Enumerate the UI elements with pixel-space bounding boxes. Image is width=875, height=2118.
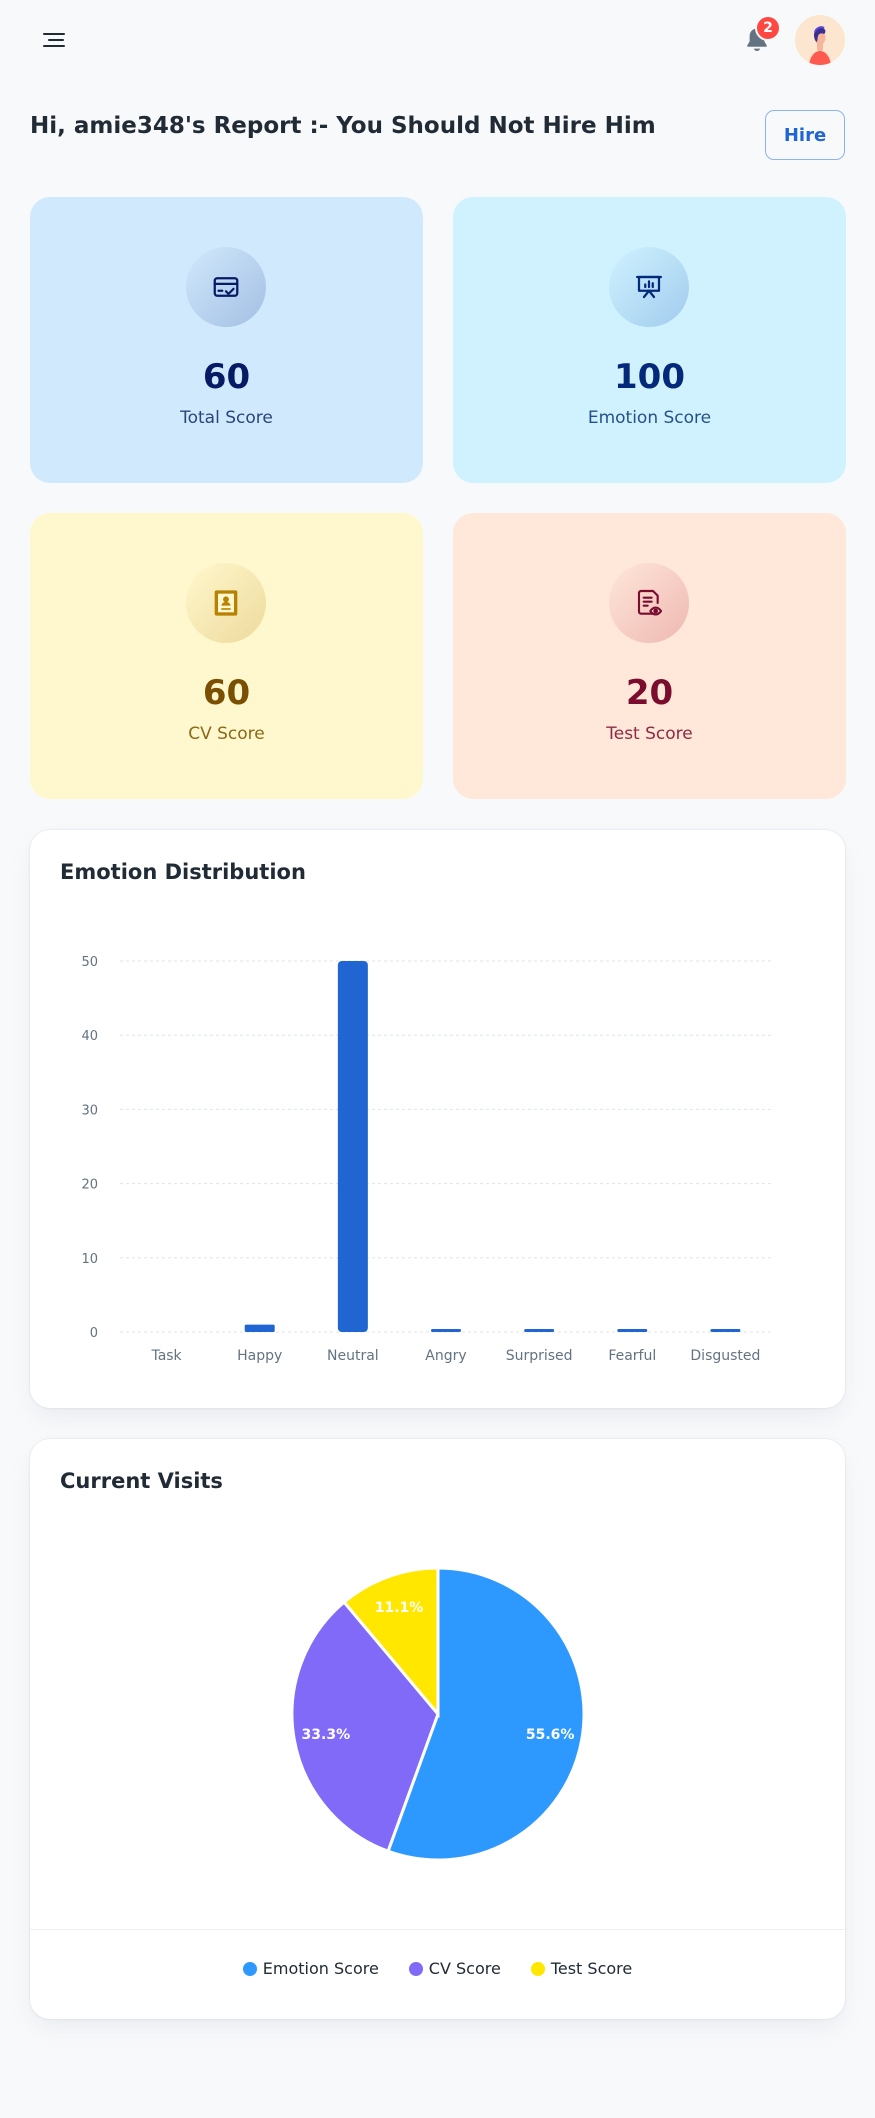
- page-title: Hi, amie348's Report :- You Should Not H…: [30, 113, 656, 139]
- legend-item[interactable]: Test Score: [530, 1959, 633, 1978]
- contact-book-icon: [186, 563, 266, 643]
- notification-badge: 2: [755, 15, 781, 41]
- document-eye-icon: [609, 563, 689, 643]
- y-tick-label: 30: [81, 1103, 98, 1118]
- y-tick-label: 20: [81, 1178, 98, 1193]
- legend-dot: [242, 1961, 257, 1976]
- y-tick-label: 50: [81, 955, 98, 970]
- bar-angry[interactable]: [431, 1329, 461, 1332]
- bar-happy[interactable]: [244, 1324, 275, 1332]
- x-tick-label: Task: [150, 1348, 182, 1364]
- emotion-bar-chart: 0 10 20 30 40 50 Task Happy Neutral Angry Surprise…: [81, 955, 772, 1364]
- hire-button[interactable]: Hire: [765, 110, 845, 160]
- pie-percent-label: 33.3%: [302, 1727, 351, 1743]
- emotion-score-card: 100 Emotion Score: [453, 197, 846, 483]
- bar-fearful[interactable]: [617, 1329, 648, 1332]
- emotion-distribution-panel: Emotion Distribution 0 10 20 30 40 50 Task Happ…: [30, 830, 845, 1408]
- test-score-label: Test Score: [606, 724, 693, 744]
- y-tick-label: 0: [90, 1326, 98, 1341]
- bar-neutral[interactable]: [337, 961, 368, 1332]
- emotion-score-label: Emotion Score: [587, 408, 712, 428]
- y-tick-label: 40: [81, 1029, 98, 1044]
- cv-score-label: CV Score: [188, 724, 265, 744]
- pie-percent-label: 55.6%: [526, 1727, 575, 1743]
- total-score-card: 60 Total Score: [30, 197, 423, 483]
- visits-pie-chart: 55.6% 33.3% 11.1%: [290, 1566, 586, 1862]
- x-tick-label: Angry: [425, 1348, 466, 1364]
- x-tick-label: Surprised: [506, 1348, 573, 1364]
- top-bar: 2: [0, 0, 875, 80]
- current-visits-panel: Current Visits 55.6% 33.3% 11.1% Emotion S…: [30, 1439, 845, 2019]
- emotion-score-value: 100: [614, 357, 685, 397]
- x-tick-label: Fearful: [608, 1348, 656, 1364]
- avatar[interactable]: [795, 15, 845, 65]
- cv-score-card: 60 CV Score: [30, 513, 423, 799]
- legend-item[interactable]: CV Score: [408, 1959, 501, 1978]
- cv-score-value: 60: [202, 673, 251, 713]
- legend-label: Test Score: [550, 1959, 633, 1978]
- legend-dot: [408, 1961, 423, 1976]
- bar-surprised[interactable]: [524, 1329, 555, 1332]
- menu-icon[interactable]: [38, 26, 72, 54]
- legend-label: CV Score: [428, 1959, 501, 1978]
- pie-percent-label: 11.1%: [375, 1600, 424, 1616]
- test-score-card: 20 Test Score: [453, 513, 846, 799]
- x-tick-label: Happy: [237, 1348, 282, 1364]
- y-tick-label: 10: [81, 1252, 98, 1267]
- bar-disgusted[interactable]: [710, 1329, 741, 1332]
- x-tick-label: Neutral: [327, 1348, 379, 1364]
- pie-legend: Emotion Score CV Score Test Score: [30, 1959, 845, 1978]
- credit-card-check-icon: [186, 247, 266, 327]
- legend-dot: [530, 1961, 545, 1976]
- legend-label: Emotion Score: [262, 1959, 379, 1978]
- legend-divider: [30, 1929, 845, 1930]
- x-tick-label: Disgusted: [690, 1348, 760, 1364]
- total-score-label: Total Score: [180, 408, 273, 428]
- total-score-value: 60: [202, 357, 251, 397]
- test-score-value: 20: [625, 673, 674, 713]
- presentation-chart-icon: [609, 247, 689, 327]
- legend-item[interactable]: Emotion Score: [242, 1959, 379, 1978]
